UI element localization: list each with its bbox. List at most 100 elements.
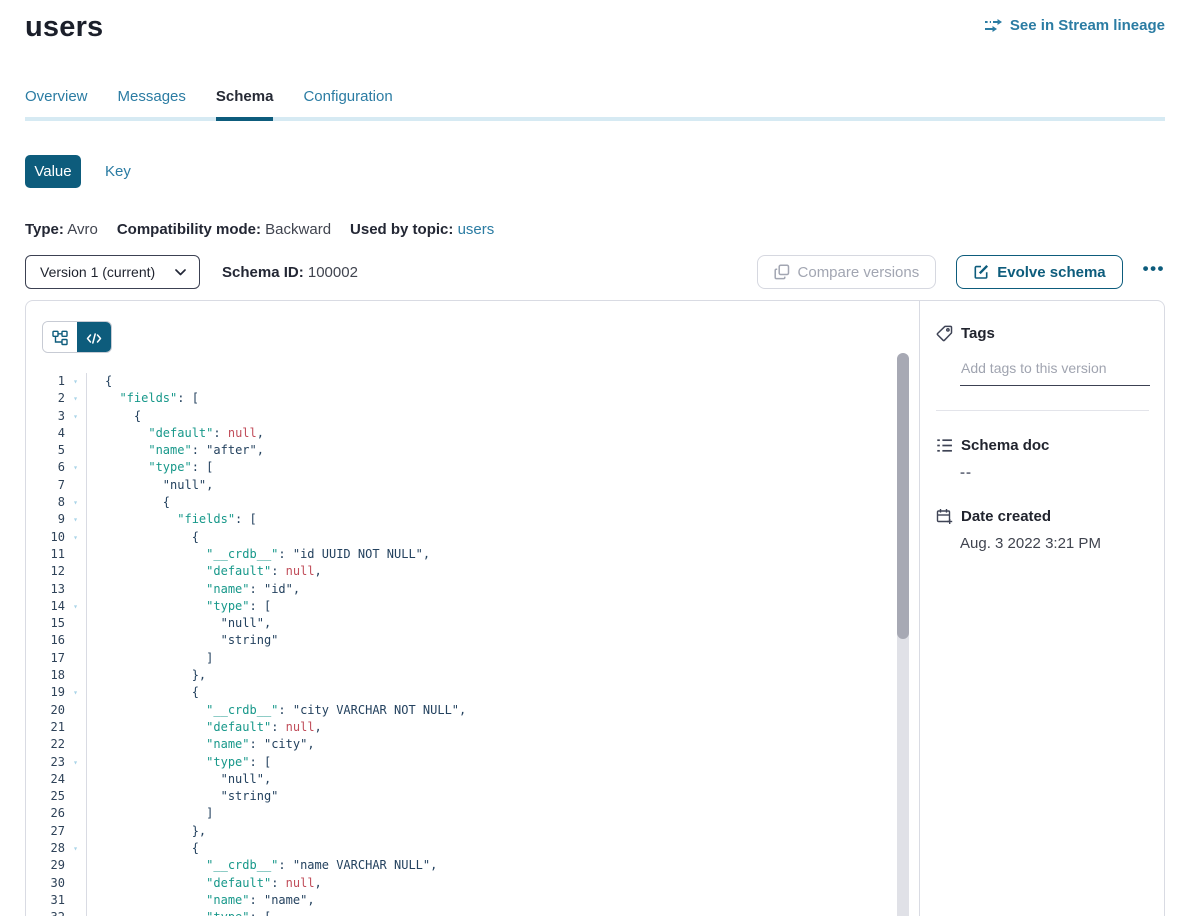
page-title: users bbox=[25, 8, 103, 46]
line-number: 2 bbox=[26, 390, 65, 407]
tags-title: Tags bbox=[961, 325, 995, 342]
key-toggle-button[interactable]: Key bbox=[105, 163, 131, 180]
evolve-schema-button[interactable]: Evolve schema bbox=[956, 255, 1122, 289]
code-line: 20 "__crdb__": "city VARCHAR NOT NULL", bbox=[26, 702, 919, 719]
compare-versions-icon bbox=[774, 264, 790, 280]
code-line-text: "null", bbox=[86, 771, 919, 788]
fold-toggle-icon[interactable]: ▾ bbox=[65, 909, 86, 916]
code-line: 8▾ { bbox=[26, 494, 919, 511]
version-select[interactable]: Version 1 (current) bbox=[25, 255, 200, 289]
fold-toggle-icon[interactable]: ▾ bbox=[65, 754, 86, 771]
code-line: 7 "null", bbox=[26, 477, 919, 494]
code-line-text: "fields": [ bbox=[86, 390, 919, 407]
fold-toggle-icon[interactable]: ▾ bbox=[65, 511, 86, 528]
code-line: 14▾ "type": [ bbox=[26, 598, 919, 615]
code-line: 21 "default": null, bbox=[26, 719, 919, 736]
compare-versions-button[interactable]: Compare versions bbox=[757, 255, 937, 289]
code-line-text: "fields": [ bbox=[86, 511, 919, 528]
line-number: 26 bbox=[26, 805, 65, 822]
code-line: 19▾ { bbox=[26, 684, 919, 701]
meta-type: Type: Avro bbox=[25, 221, 98, 238]
line-number: 24 bbox=[26, 771, 65, 788]
fold-toggle-icon[interactable]: ▾ bbox=[65, 529, 86, 546]
stream-lineage-link[interactable]: See in Stream lineage bbox=[984, 8, 1165, 34]
version-select-value: Version 1 (current) bbox=[40, 264, 155, 280]
fold-spacer bbox=[65, 892, 86, 909]
fold-toggle-icon[interactable]: ▾ bbox=[65, 373, 86, 390]
fold-spacer bbox=[65, 546, 86, 563]
code-line-text: { bbox=[86, 684, 919, 701]
line-number: 17 bbox=[26, 650, 65, 667]
more-options-button[interactable]: ••• bbox=[1143, 259, 1165, 285]
value-key-toggle: Value Key bbox=[25, 155, 1165, 188]
code-line-text: "type": [ bbox=[86, 909, 919, 916]
code-line: 23▾ "type": [ bbox=[26, 754, 919, 771]
code-line: 1▾{ bbox=[26, 373, 919, 390]
fold-spacer bbox=[65, 788, 86, 805]
line-number: 27 bbox=[26, 823, 65, 840]
fold-toggle-icon[interactable]: ▾ bbox=[65, 459, 86, 476]
code-line-text: { bbox=[86, 494, 919, 511]
line-number: 28 bbox=[26, 840, 65, 857]
code-line-text: { bbox=[86, 840, 919, 857]
code-line-text: { bbox=[86, 529, 919, 546]
sidebar-divider bbox=[936, 410, 1149, 411]
scrollbar-thumb[interactable] bbox=[897, 353, 909, 639]
fold-spacer bbox=[65, 425, 86, 442]
fold-toggle-icon[interactable]: ▾ bbox=[65, 494, 86, 511]
schema-doc-value: -- bbox=[960, 464, 1149, 481]
tab-overview[interactable]: Overview bbox=[25, 88, 88, 121]
line-number: 8 bbox=[26, 494, 65, 511]
fold-toggle-icon[interactable]: ▾ bbox=[65, 598, 86, 615]
code-scrollbar[interactable] bbox=[897, 353, 909, 916]
fold-spacer bbox=[65, 857, 86, 874]
schema-page: users See in Stream lineage Overview Mess… bbox=[0, 0, 1189, 916]
meta-used-by-topic: Used by topic: users bbox=[350, 221, 494, 238]
code-line-text: "string" bbox=[86, 632, 919, 649]
topic-link[interactable]: users bbox=[458, 221, 495, 238]
schema-meta-row: Type: Avro Compatibility mode: Backward … bbox=[25, 221, 1165, 238]
fold-spacer bbox=[65, 615, 86, 632]
line-number: 9 bbox=[26, 511, 65, 528]
code-line-text: "type": [ bbox=[86, 459, 919, 476]
code-line-text: "name": "name", bbox=[86, 892, 919, 909]
line-number: 22 bbox=[26, 736, 65, 753]
fold-toggle-icon[interactable]: ▾ bbox=[65, 684, 86, 701]
fold-spacer bbox=[65, 771, 86, 788]
code-line: 12 "default": null, bbox=[26, 563, 919, 580]
code-line: 28▾ { bbox=[26, 840, 919, 857]
schema-doc-title: Schema doc bbox=[961, 437, 1049, 454]
schema-id-value: 100002 bbox=[308, 264, 358, 281]
details-sidebar: Tags Schema doc -- bbox=[919, 301, 1164, 916]
line-number: 5 bbox=[26, 442, 65, 459]
version-toolbar: Version 1 (current) Schema ID: 100002 Co… bbox=[25, 254, 1165, 290]
code-line-text: "name": "after", bbox=[86, 442, 919, 459]
code-line: 11 "__crdb__": "id UUID NOT NULL", bbox=[26, 546, 919, 563]
tab-configuration[interactable]: Configuration bbox=[303, 88, 392, 121]
tags-input[interactable] bbox=[960, 356, 1150, 386]
tab-messages[interactable]: Messages bbox=[118, 88, 186, 121]
tags-section: Tags bbox=[936, 325, 1149, 386]
code-line: 24 "null", bbox=[26, 771, 919, 788]
calendar-add-icon bbox=[936, 508, 953, 525]
code-line-text: { bbox=[86, 373, 919, 390]
code-line: 6▾ "type": [ bbox=[26, 459, 919, 476]
tree-view-button[interactable] bbox=[43, 322, 77, 353]
tag-icon bbox=[936, 325, 953, 342]
line-number: 3 bbox=[26, 408, 65, 425]
stream-lineage-label: See in Stream lineage bbox=[1010, 17, 1165, 34]
fold-toggle-icon[interactable]: ▾ bbox=[65, 408, 86, 425]
code-line-text: "__crdb__": "city VARCHAR NOT NULL", bbox=[86, 702, 919, 719]
tab-schema[interactable]: Schema bbox=[216, 88, 274, 121]
code-line: 32▾ "type": [ bbox=[26, 909, 919, 916]
code-line-text: "__crdb__": "id UUID NOT NULL", bbox=[86, 546, 919, 563]
code-line-text: "type": [ bbox=[86, 754, 919, 771]
fold-toggle-icon[interactable]: ▾ bbox=[65, 840, 86, 857]
code-line: 5 "name": "after", bbox=[26, 442, 919, 459]
fold-spacer bbox=[65, 650, 86, 667]
fold-toggle-icon[interactable]: ▾ bbox=[65, 390, 86, 407]
code-line: 31 "name": "name", bbox=[26, 892, 919, 909]
fold-spacer bbox=[65, 719, 86, 736]
value-toggle-button[interactable]: Value bbox=[25, 155, 81, 188]
code-view-button[interactable] bbox=[77, 322, 111, 353]
